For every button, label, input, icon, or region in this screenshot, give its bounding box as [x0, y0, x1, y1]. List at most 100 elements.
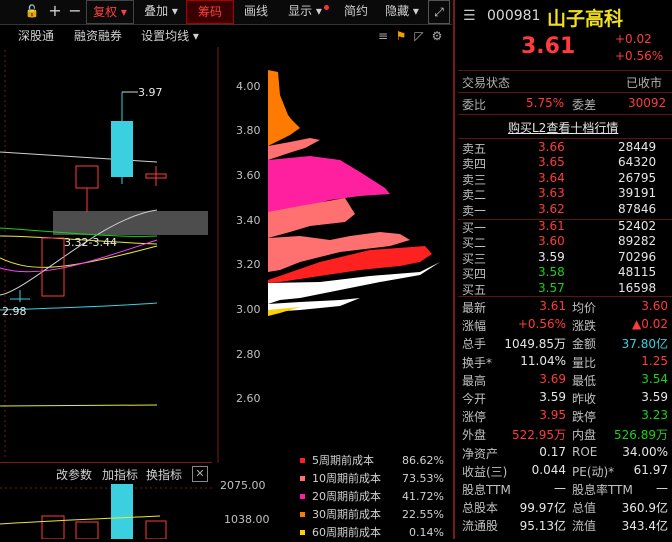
price-axis-label: 2.60 [236, 392, 261, 405]
price-change: +0.02 [615, 32, 652, 46]
price-axis-label: 3.20 [236, 258, 261, 271]
gear-icon[interactable]: ⚙ [430, 25, 444, 47]
stat-label: 涨幅 [462, 319, 487, 334]
lock-icon[interactable]: 🔓 [22, 0, 42, 22]
book-price[interactable]: 3.63 [538, 186, 565, 200]
stat-value: ▲0.02 [632, 317, 668, 332]
simple-button[interactable]: 简约 [336, 0, 376, 22]
stat-label: 今开 [462, 392, 487, 406]
stat-value: 522.95万 [512, 428, 566, 443]
margin-trading-link[interactable]: 融资融券 [72, 25, 124, 47]
weicha-label: 委差 [572, 98, 597, 112]
display-label: 显示 [288, 4, 313, 18]
legend-value: 73.53% [402, 472, 444, 485]
legend-swatch [300, 494, 305, 499]
draw-line-button[interactable]: 画线 [236, 0, 276, 22]
adjust-button[interactable]: 复权 ▾ [86, 0, 134, 24]
overlay-button[interactable]: 叠加 ▾ [138, 0, 184, 22]
price-axis-label: 3.40 [236, 214, 261, 227]
high-label: 3.97 [138, 86, 163, 99]
book-volume: 87846 [618, 201, 657, 216]
flag-icon[interactable]: ⚑ [394, 25, 408, 47]
legend-swatch [300, 512, 305, 517]
menu-icon[interactable]: ☰ [463, 8, 476, 24]
range-label: 3.32-3.44 [64, 236, 117, 249]
book-price[interactable]: 3.58 [538, 265, 565, 279]
stat-label: 最低 [572, 373, 597, 388]
book-price[interactable]: 3.62 [538, 202, 565, 216]
change-params-button[interactable]: 改参数 [56, 466, 92, 483]
book-volume: 26795 [618, 170, 657, 185]
l2-link[interactable]: 购买L2查看十档行情 [508, 119, 618, 136]
stat-value: 1.25 [641, 353, 668, 368]
legend-label: 60周期前成本 [312, 526, 381, 539]
stat-value: 0.17 [539, 444, 566, 459]
book-price[interactable]: 3.60 [538, 234, 565, 248]
stat-value: 0.044 [531, 462, 566, 477]
stat-value: 343.4亿 [621, 519, 668, 534]
stat-label: 外盘 [462, 428, 487, 443]
diagonal-icon[interactable]: ◸ [412, 25, 426, 47]
volume-toolbar: 改参数 加指标 换指标 ✕ [0, 464, 212, 484]
stat-label: 昨收 [572, 392, 597, 406]
legend-row: 10周期前成本 73.53% [298, 470, 448, 488]
book-volume: 48115 [618, 265, 657, 280]
legend-swatch [300, 458, 305, 463]
add-indicator-button[interactable]: 加指标 [102, 466, 138, 483]
chips-button[interactable]: 筹码 [186, 0, 234, 24]
low-label: 2.98 [2, 305, 27, 318]
hide-button[interactable]: 隐藏 ▾ [380, 0, 424, 22]
menu-lines-icon[interactable]: ≡ [376, 25, 390, 47]
chevron-down-icon: ▾ [409, 4, 419, 18]
adjust-label: 复权 [93, 5, 118, 19]
book-volume: 39191 [618, 186, 657, 201]
ma-line-bottom [0, 404, 158, 407]
price-axis-label: 4.00 [236, 80, 261, 93]
ma-settings-button[interactable]: 设置均线 ▾ [140, 25, 200, 47]
price-axis-label: 3.80 [236, 124, 261, 137]
legend-label: 20周期前成本 [312, 490, 381, 503]
stat-value: 95.13亿 [519, 519, 566, 534]
close-icon[interactable]: ✕ [192, 466, 208, 482]
legend-value: 22.55% [402, 508, 444, 521]
volume-chart [0, 484, 212, 539]
candle-red [75, 165, 99, 189]
stat-value: 3.23 [641, 408, 668, 423]
stat-label: 量比 [572, 355, 597, 370]
hk-connect-link[interactable]: 深股通 [16, 25, 56, 47]
stat-value: — [554, 481, 566, 495]
stat-value: 11.04% [520, 353, 566, 368]
sub-toolbar: 深股通 融资融券 设置均线 ▾ ≡ ⚑ ◸ ⚙ [0, 25, 452, 47]
stat-label: 内盘 [572, 428, 597, 443]
volume-bar [41, 515, 65, 539]
stat-label: PE(动)* [572, 464, 615, 479]
simple-label: 简约 [343, 4, 368, 18]
stat-label: 换手* [462, 355, 493, 370]
stat-value: 526.89万 [614, 428, 668, 443]
book-price[interactable]: 3.65 [538, 155, 565, 169]
chevron-down-icon: ▾ [312, 4, 322, 18]
stat-value: 3.59 [539, 390, 566, 404]
book-price[interactable]: 3.66 [538, 140, 565, 154]
weicha-value: 30092 [628, 96, 667, 110]
chevron-down-icon: ▾ [189, 29, 199, 43]
stat-label: 收益(三) [462, 464, 508, 479]
book-price[interactable]: 3.61 [538, 219, 565, 233]
switch-indicator-button[interactable]: 换指标 [146, 466, 182, 483]
zoom-out-button[interactable]: − [66, 0, 84, 22]
chip-distribution [268, 70, 440, 316]
legend-value: 0.14% [409, 526, 444, 539]
weibi-value: 5.75% [526, 96, 565, 110]
stat-value: 3.95 [539, 408, 566, 423]
divider [458, 138, 672, 139]
book-price[interactable]: 3.57 [538, 281, 565, 295]
stat-value: 1049.85万 [504, 337, 566, 352]
zoom-in-button[interactable]: + [46, 0, 64, 22]
stat-label: 涨停 [462, 410, 487, 425]
book-price[interactable]: 3.64 [538, 171, 565, 185]
notify-dot [324, 5, 329, 10]
display-button[interactable]: 显示 ▾ [282, 0, 328, 22]
book-price[interactable]: 3.59 [538, 250, 565, 264]
fullscreen-icon[interactable]: ⤢ [428, 0, 450, 24]
stat-value: 3.54 [641, 371, 668, 386]
